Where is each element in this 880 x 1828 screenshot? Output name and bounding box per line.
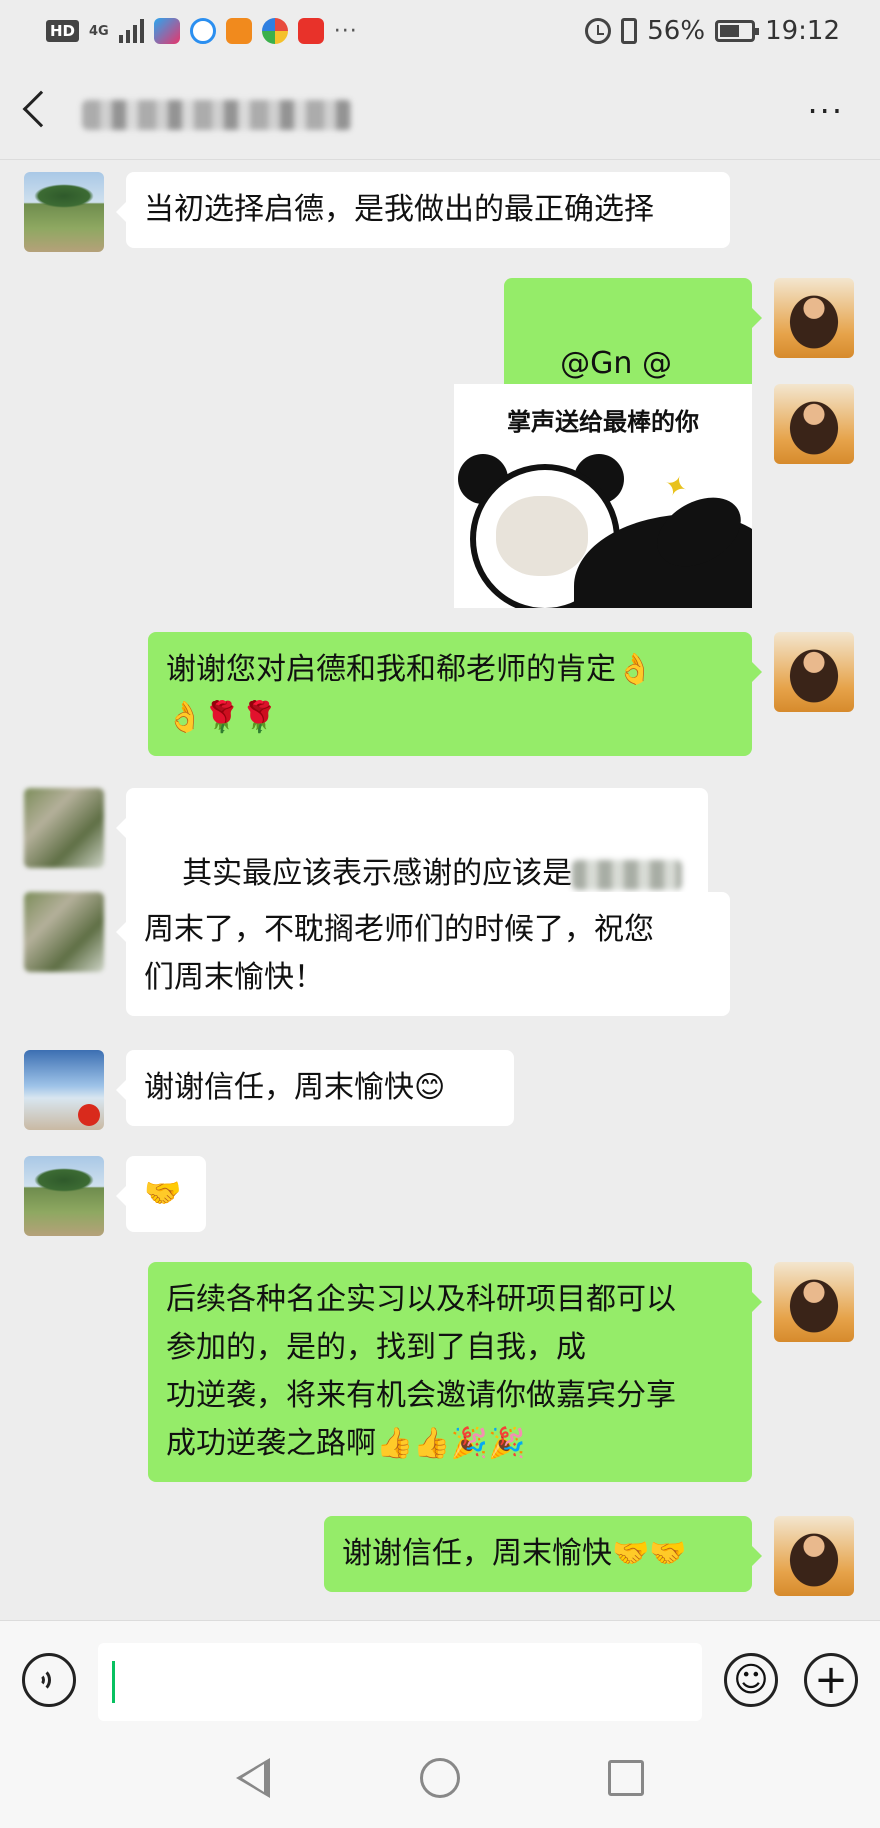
clock: 19:12 (765, 16, 840, 46)
more-notifications-icon: ··· (333, 18, 358, 44)
avatar[interactable] (24, 172, 104, 252)
battery-icon (715, 20, 760, 42)
news-app-icon (297, 18, 324, 44)
browser-app-icon (189, 18, 216, 44)
network-label: 4G (89, 23, 109, 39)
voice-button[interactable] (22, 1653, 76, 1707)
youku-app-icon (153, 18, 180, 44)
signal-icon (118, 19, 144, 43)
vibrate-icon (621, 18, 638, 44)
message-list[interactable]: 当初选择启德，是我做出的最正确选择 @Gn @ 掌声送给最棒的你 ✦ 谢谢您对启… (0, 160, 880, 1620)
input-bar: ☺ + (0, 1620, 880, 1738)
sticker-message[interactable]: 掌声送给最棒的你 ✦ (454, 384, 752, 608)
message-bubble[interactable]: 后续各种名企实习以及科研项目都可以 参加的，是的，找到了自我，成 功逆袭，将来有… (148, 1262, 762, 1482)
emoji-icon: ☺ (733, 1660, 769, 1700)
redacted-name (572, 859, 683, 890)
more-options-button[interactable]: ··· (807, 92, 844, 130)
avatar-self[interactable] (774, 384, 854, 464)
message-bubble[interactable]: 当初选择启德，是我做出的最正确选择 (116, 172, 730, 248)
avatar[interactable] (24, 1156, 104, 1236)
avatar-self[interactable] (774, 1516, 854, 1596)
message-bubble[interactable]: 周末了，不耽搁老师们的时候了，祝您 们周末愉快！ (116, 892, 730, 1016)
message-bubble[interactable]: 谢谢您对启德和我和郗老师的肯定👌 👌🌹🌹 (148, 632, 762, 756)
message-text: 其实最应该表示感谢的应该是 (182, 856, 573, 891)
sparkle-icon: ✦ (659, 466, 693, 507)
avatar-self[interactable] (774, 1262, 854, 1342)
nav-home-button[interactable] (420, 1758, 460, 1798)
avatar-self[interactable] (774, 278, 854, 358)
hd-badge: HD (46, 20, 80, 42)
panda-face (496, 496, 588, 576)
nav-recent-button[interactable] (608, 1760, 644, 1796)
avatar[interactable] (24, 892, 104, 972)
nav-back-button[interactable] (236, 1758, 270, 1798)
battery-fill (720, 25, 740, 37)
back-button[interactable] (22, 90, 60, 128)
message-bubble[interactable]: 谢谢信任，周末愉快😊 (116, 1050, 514, 1126)
battery-percent: 56% (647, 16, 706, 46)
alarm-icon (585, 18, 612, 44)
sticker-caption: 掌声送给最棒的你 (507, 408, 699, 436)
status-right: 56% 19:12 (585, 16, 840, 46)
plus-icon: + (814, 1657, 848, 1703)
emoji-button[interactable]: ☺ (724, 1653, 778, 1707)
status-left: HD 4G ··· (46, 18, 358, 44)
system-nav-bar (0, 1738, 880, 1828)
avatar[interactable] (24, 788, 104, 868)
text-caret (112, 1661, 115, 1703)
chat-header: ··· (0, 64, 880, 160)
photo-app-icon (261, 18, 288, 44)
voice-icon (37, 1668, 61, 1692)
message-bubble[interactable]: 🤝 (116, 1156, 206, 1232)
chat-title-redacted (82, 100, 352, 130)
message-bubble[interactable]: 谢谢信任，周末愉快🤝🤝 (324, 1516, 762, 1592)
status-bar: HD 4G ··· 56% 19:12 (0, 0, 880, 64)
message-input[interactable] (98, 1643, 702, 1721)
more-functions-button[interactable]: + (804, 1653, 858, 1707)
video-app-icon (225, 18, 252, 44)
avatar[interactable] (24, 1050, 104, 1130)
avatar-self[interactable] (774, 632, 854, 712)
message-text: @Gn @ (560, 346, 672, 381)
